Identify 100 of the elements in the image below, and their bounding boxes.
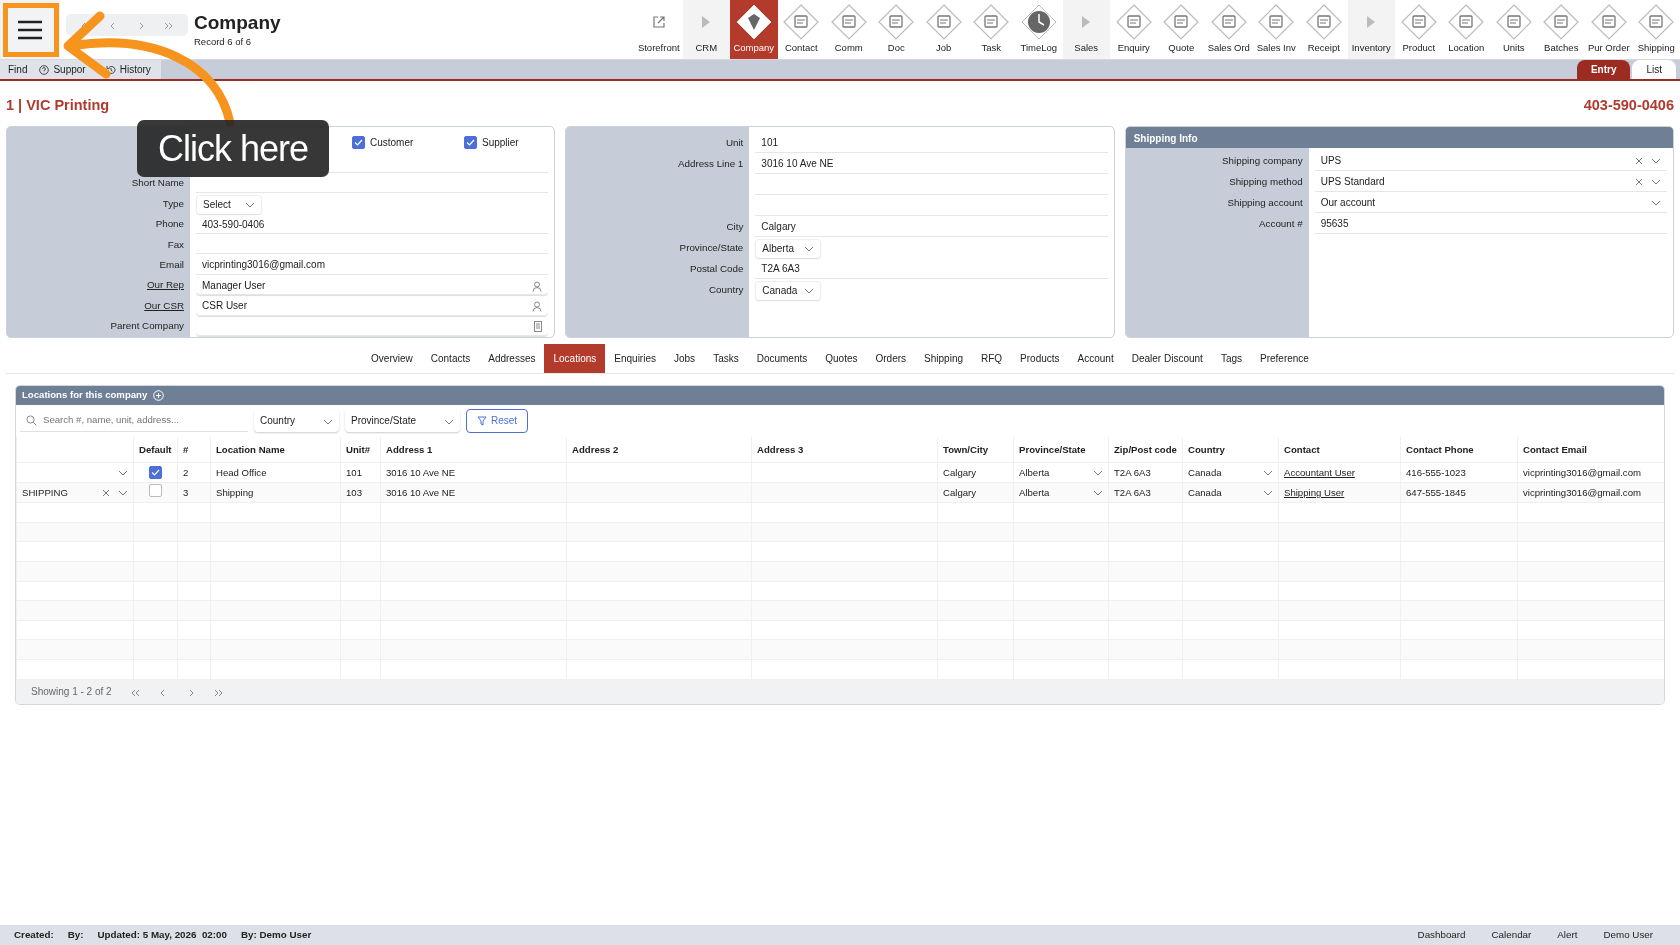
status-text: Created: [14,927,54,942]
tab[interactable]: Shipping [915,343,972,373]
field-label: Parent Company [109,319,185,334]
checkbox-box[interactable] [352,136,365,150]
filter-dropdown[interactable]: Country [254,409,339,432]
toolbar-button[interactable]: Task [967,0,1015,59]
toolbar-button[interactable]: Pur Order [1585,0,1633,59]
checkbox[interactable] [149,484,162,498]
tab[interactable]: Locations [544,343,606,373]
toolbar-button[interactable]: Job [920,0,968,59]
toolbar-button[interactable]: Doc [872,0,920,59]
tab[interactable]: Products [1011,343,1069,373]
diamond-icon [1210,3,1247,40]
toolbar-button[interactable]: CRM [682,0,730,59]
table-dropdown[interactable]: Alberta [1013,482,1109,503]
table-dropdown[interactable]: Alberta [1013,462,1109,483]
toolbar-button[interactable]: Sales Inv [1252,0,1300,59]
toolbar-button[interactable]: Contact [777,0,825,59]
field-label: Unit [724,135,745,150]
tab[interactable]: Orders [866,343,916,373]
reset-button[interactable]: Reset [466,408,529,433]
tab[interactable]: Documents [747,343,817,373]
toolbar-button[interactable]: Inventory [1347,0,1395,59]
toolbar-button[interactable]: Sales [1062,0,1110,59]
tab[interactable]: RFQ [972,343,1012,373]
toolbar-button[interactable]: Quote [1157,0,1205,59]
input-field[interactable]: 95635 [1314,214,1667,234]
toolbar-button[interactable]: Product [1395,0,1443,59]
tab[interactable]: Jobs [665,343,705,373]
last-page-icon[interactable] [213,688,224,697]
dropdown-field[interactable]: UPS Standard [1314,172,1667,192]
tab[interactable]: Tags [1211,343,1251,373]
input-field[interactable]: 101 [755,133,1108,153]
contact-link[interactable]: Accountant User [1284,466,1355,478]
column-header: Location Name [210,436,341,463]
column-header: Province/State [1013,436,1109,463]
tab[interactable]: Addresses [479,343,545,373]
first-page-icon[interactable] [129,688,140,697]
status-link[interactable]: Demo User [1590,927,1666,943]
user-field[interactable]: Manager User [196,276,549,296]
status-link[interactable]: Alert [1544,927,1591,943]
highlight-frame [3,3,59,57]
filter-dropdown[interactable]: Province/State [345,409,460,432]
toolbar-button[interactable]: Batches [1537,0,1585,59]
status-link[interactable]: Dashboard [1404,927,1479,943]
toolbar-button[interactable]: Shipping [1632,0,1680,59]
diamond-icon [1448,3,1485,40]
input-field[interactable]: 3016 10 Ave NE [755,154,1108,174]
tab[interactable]: Contacts [421,343,480,373]
tab[interactable]: Account [1068,343,1123,373]
dropdown-field[interactable]: UPS [1314,151,1667,171]
dropdown-field[interactable]: Our account [1314,193,1667,213]
tab[interactable]: Enquiries [605,343,665,373]
toolbar-button[interactable]: Storefront [635,0,683,59]
diamond-icon [1590,3,1627,40]
column-header: Contact Email [1517,436,1664,463]
tab[interactable]: Tasks [704,343,748,373]
view-tab[interactable]: List [1632,60,1676,79]
tab[interactable]: Preference [1251,343,1318,373]
tab[interactable]: Overview [362,343,422,373]
tab[interactable]: Dealer Discount [1122,343,1212,373]
toolbar-button[interactable]: Receipt [1300,0,1348,59]
table-cell: vicprinting3016@gmail.com [1517,462,1664,483]
checkbox-box[interactable] [464,136,477,150]
status-link[interactable]: Calendar [1478,927,1545,943]
table-cell: T2A 6A3 [1108,482,1183,503]
checkbox[interactable]: Customer [352,135,464,151]
view-tab[interactable]: Entry [1576,60,1631,79]
table-dropdown[interactable]: Canada [1182,462,1279,483]
toolbar-button[interactable]: TimeLog [1015,0,1063,59]
checkbox[interactable]: Supplier [464,135,555,151]
toolbar-button[interactable]: Location [1442,0,1490,59]
toolbar-button[interactable]: Sales Ord [1205,0,1253,59]
field-label: Shipping company [1221,153,1304,168]
find-button[interactable]: Find [0,60,35,79]
tab[interactable]: Quotes [816,343,867,373]
diamond-icon [1163,3,1200,40]
toolbar-button[interactable]: Comm [825,0,873,59]
checkbox[interactable] [149,465,162,479]
table-dropdown[interactable]: Canada [1182,482,1279,503]
type-dropdown[interactable]: SHIPPING [16,482,134,503]
field-label-link[interactable]: Our CSR [7,298,190,314]
field-label-link[interactable]: Our Rep [7,278,190,294]
chevron-down-icon [118,489,128,496]
input-field[interactable]: T2A 6A3 [755,259,1108,279]
support-button[interactable]: Suppor [34,60,96,79]
close-icon [102,488,110,497]
chevron-down-icon [804,287,815,294]
add-icon[interactable] [153,390,165,401]
toolbar-button[interactable]: Company [730,0,778,59]
table-cell: Calgary [937,462,1014,483]
status-text: By: Demo User [240,927,312,942]
table-cell: vicprinting3016@gmail.com [1517,482,1664,503]
input-field[interactable]: Calgary [755,217,1108,237]
input-field[interactable]: 403-590-0406 [196,215,549,235]
toolbar-button[interactable]: Units [1490,0,1538,59]
diamond-icon [1543,3,1580,40]
user-field[interactable]: CSR User [196,296,549,316]
input-field[interactable]: vicprinting3016@gmail.com [196,255,549,275]
toolbar-button[interactable]: Enquiry [1110,0,1158,59]
